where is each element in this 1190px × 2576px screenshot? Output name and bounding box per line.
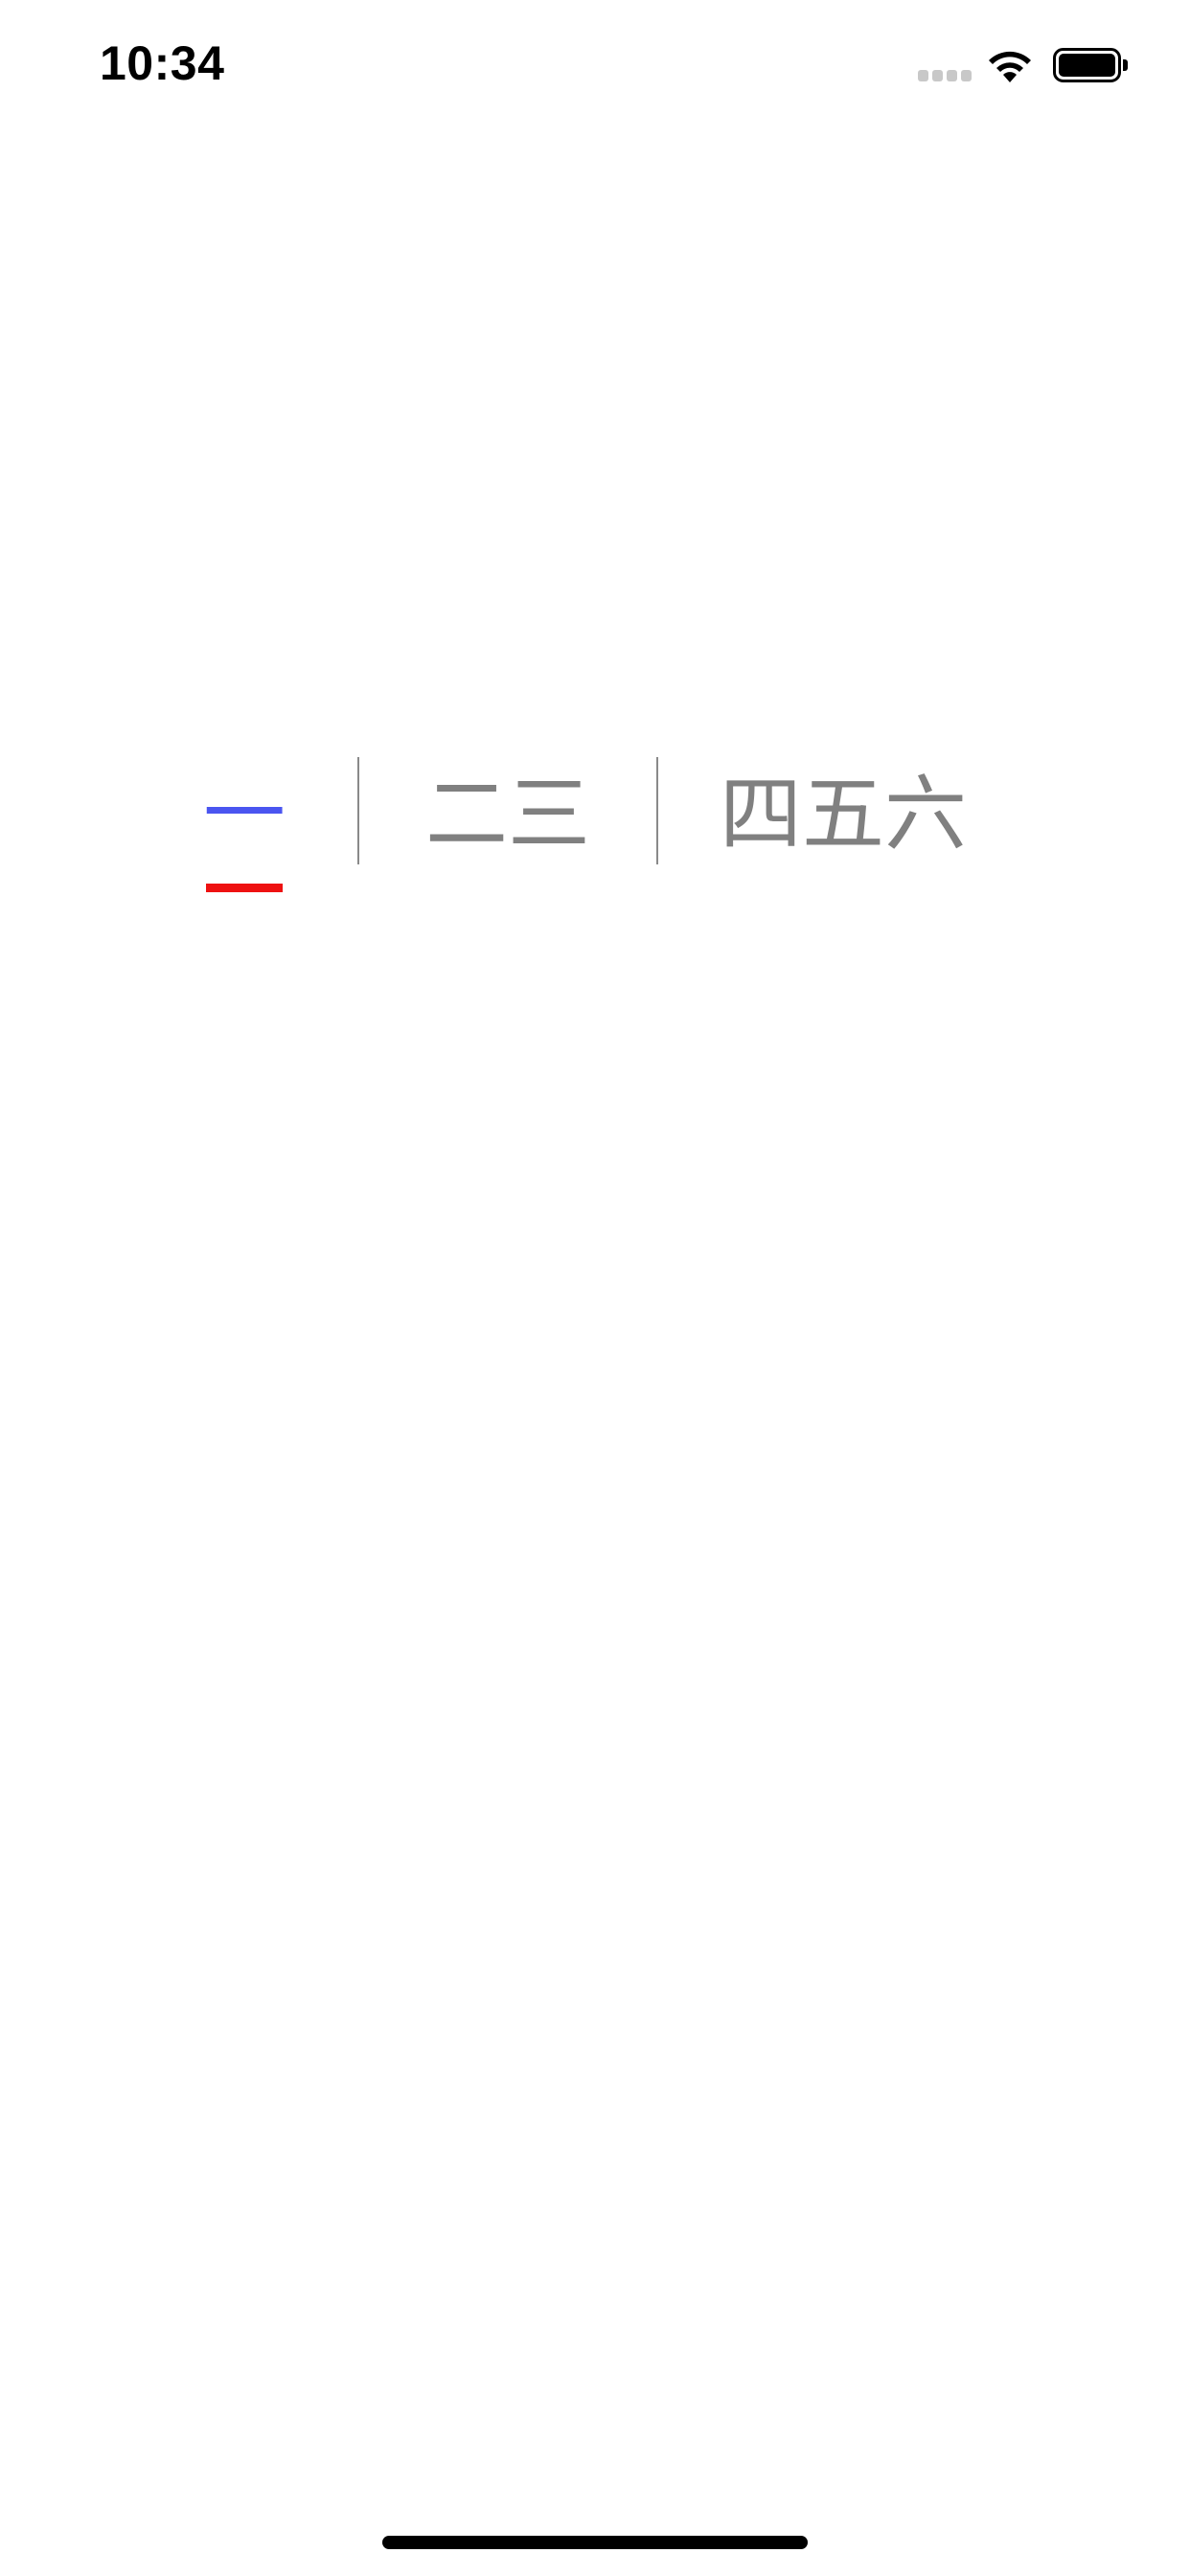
- tab-two-three-label: 二三: [425, 767, 590, 862]
- tab-divider: [656, 757, 658, 864]
- battery-icon: [1053, 48, 1128, 82]
- cellular-signal-icon: [918, 70, 972, 81]
- selected-tab-indicator: [206, 884, 283, 892]
- status-bar: 10:34: [0, 0, 1190, 129]
- tab-two-three[interactable]: 二三: [402, 757, 613, 872]
- home-indicator[interactable]: [382, 2536, 808, 2549]
- tab-divider: [357, 757, 359, 864]
- wifi-icon: [989, 51, 1031, 82]
- tab-four-five-six-label: 四五六: [720, 767, 967, 862]
- tab-one[interactable]: 一: [172, 757, 316, 872]
- tab-four-five-six[interactable]: 四五六: [709, 757, 977, 872]
- tab-one-label: 一: [203, 767, 286, 862]
- segmented-tab-bar: 一 二三 四五六: [0, 757, 1190, 901]
- status-time: 10:34: [100, 36, 225, 90]
